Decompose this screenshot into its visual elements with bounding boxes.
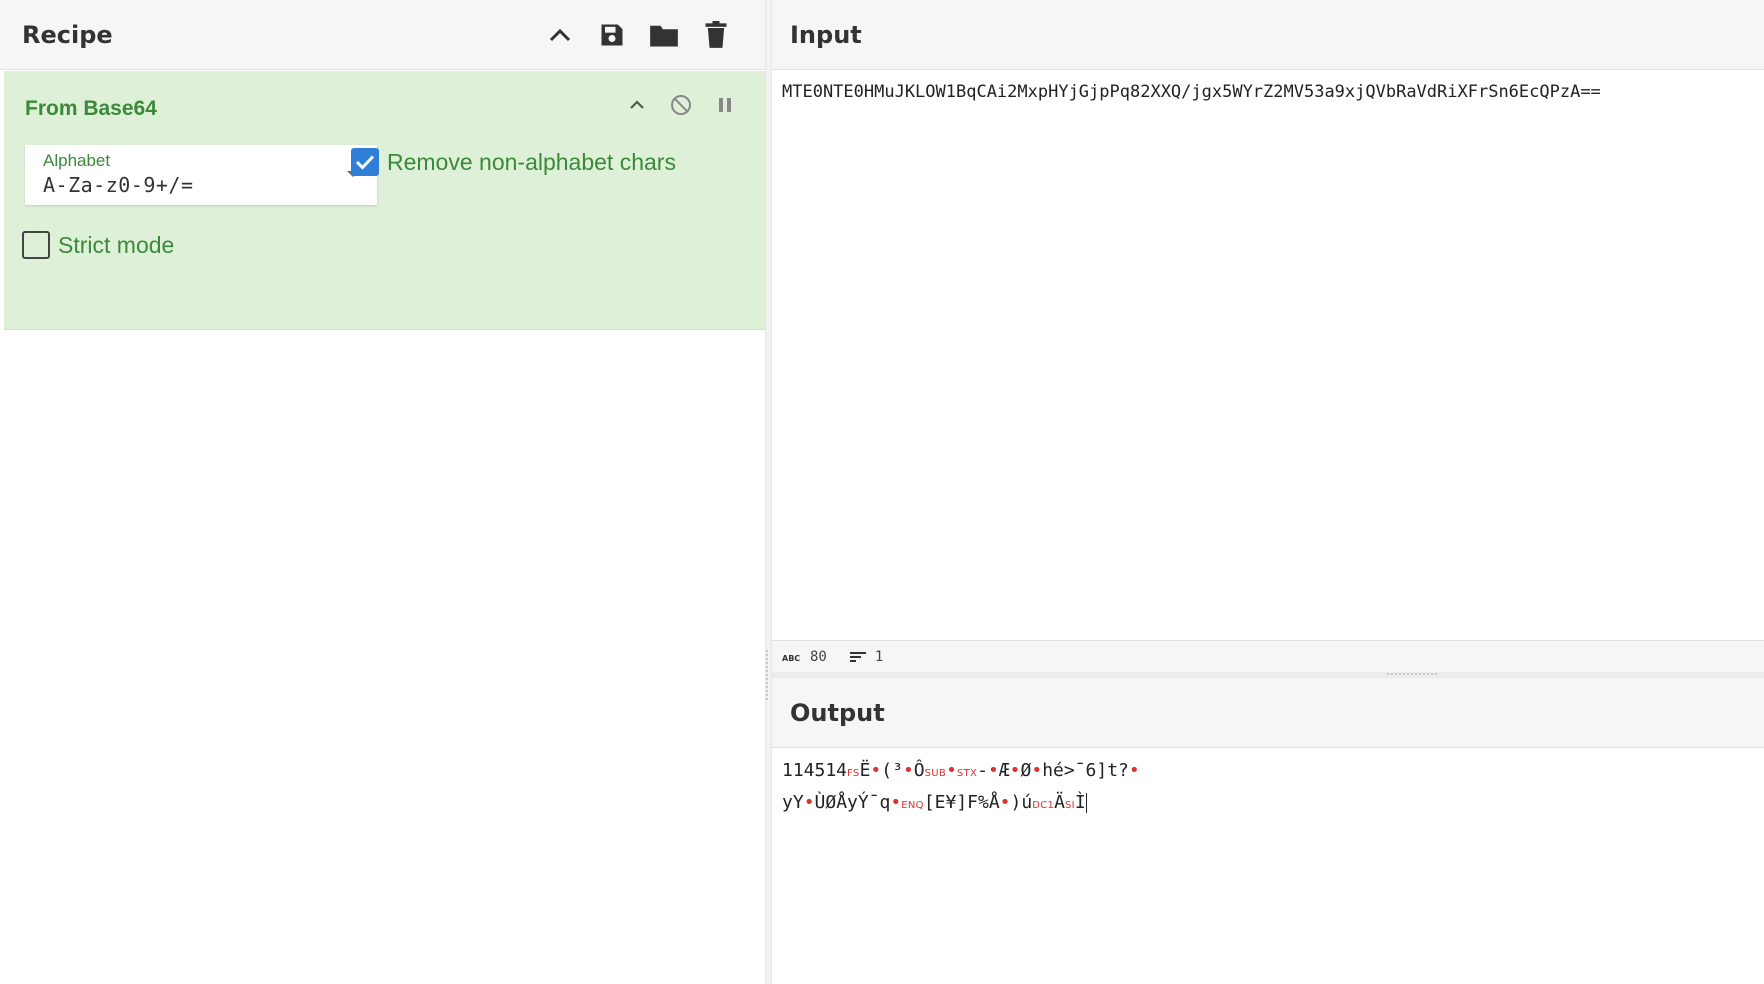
collapse-operation-icon[interactable] <box>625 93 649 117</box>
strict-mode-option[interactable]: Strict mode <box>22 231 174 259</box>
nonprintable-dot: • <box>1031 760 1043 781</box>
folder-icon[interactable] <box>649 20 679 50</box>
alphabet-value: A-Za-z0-9+/= <box>43 173 194 197</box>
pane-divider[interactable] <box>765 0 772 984</box>
output-segment: yY <box>782 792 804 813</box>
input-textarea[interactable]: MTE0NTE0HMuJKLOW1BqCAi2MxpHYjGjpPq82XXQ/… <box>772 70 1764 640</box>
nonprintable-dot: • <box>1009 760 1021 781</box>
nonprintable-dot: • <box>987 760 999 781</box>
char-count: 80 <box>810 648 827 665</box>
output-segment: 114514 <box>782 760 848 781</box>
output-segment: Ä <box>1054 792 1065 813</box>
output-segment: Æ <box>998 760 1010 781</box>
recipe-title: Recipe <box>22 20 113 49</box>
remove-non-alphabet-checkbox[interactable] <box>351 148 379 176</box>
strict-mode-label: Strict mode <box>58 231 175 258</box>
control-char-marker: SUB <box>924 768 947 779</box>
output-segment: (³ <box>881 760 903 781</box>
control-char-marker: STX <box>956 768 978 779</box>
io-pane: Input MTE0NTE0HMuJKLOW1BqCAi2MxpHYjGjpPq… <box>772 0 1764 984</box>
disable-operation-icon[interactable] <box>669 93 693 117</box>
control-char-marker: ENQ <box>901 800 924 811</box>
operation-title: From Base64 <box>25 97 157 120</box>
input-status-bar: ABC 80 1 <box>772 640 1764 672</box>
output-segment: hé>¯6]t? <box>1042 760 1129 781</box>
remove-non-alphabet-option[interactable]: Remove non-alphabet chars <box>351 148 676 176</box>
nonprintable-dot: • <box>803 792 815 813</box>
output-text[interactable]: 114514FSË•(³•ÔSUB•STX-•Æ•Ø•hé>¯6]t?• yY•… <box>772 748 1764 984</box>
output-segment: Ø <box>1020 760 1032 781</box>
char-count-icon: ABC <box>782 652 802 662</box>
strict-mode-checkbox[interactable] <box>22 231 50 259</box>
input-title: Input <box>790 20 862 49</box>
pause-breakpoint-icon[interactable] <box>713 93 737 117</box>
control-char-marker: DC1 <box>1032 800 1055 811</box>
trash-icon[interactable] <box>701 20 731 50</box>
operation-card: From Base64 Alphabet A-Za-z0-9+/= Remove… <box>4 71 765 330</box>
remove-non-alphabet-label: Remove non-alphabet chars <box>387 148 676 175</box>
output-title: Output <box>790 698 885 727</box>
line-count-icon <box>849 650 867 664</box>
chevron-up-icon[interactable] <box>545 20 575 50</box>
output-segment: Ô <box>913 760 925 781</box>
line-count: 1 <box>874 648 884 665</box>
output-segment: - <box>977 760 988 781</box>
nonprintable-dot: • <box>946 760 957 781</box>
output-segment: ÙØÅyÝ¯q <box>814 792 891 813</box>
output-segment: Ì <box>1074 792 1086 813</box>
nonprintable-dot: • <box>890 792 902 813</box>
svg-text:ABC: ABC <box>782 654 800 662</box>
recipe-pane: Recipe From Base64 Alphabet A-Za-z0-9+/=… <box>0 0 766 984</box>
text-cursor <box>1085 793 1087 813</box>
output-segment: [E¥]F%Å <box>923 792 1000 813</box>
output-line: 114514FSË•(³•ÔSUB•STX-•Æ•Ø•hé>¯6]t?• <box>782 756 1754 788</box>
nonprintable-dot: • <box>1128 760 1140 781</box>
alphabet-select[interactable]: Alphabet A-Za-z0-9+/= <box>25 145 377 205</box>
output-segment: )ú <box>1010 792 1033 813</box>
control-char-marker: SI <box>1065 800 1075 811</box>
nonprintable-dot: • <box>902 760 914 781</box>
output-header: Output <box>772 678 1764 748</box>
nonprintable-dot: • <box>870 760 882 781</box>
save-icon[interactable] <box>597 20 627 50</box>
output-segment: Ë <box>859 760 871 781</box>
input-header: Input <box>772 0 1764 70</box>
control-char-marker: FS <box>847 768 860 779</box>
alphabet-label: Alphabet <box>43 151 111 170</box>
recipe-header: Recipe <box>0 0 765 70</box>
output-line: yY•ÙØÅyÝ¯q•ENQ[E¥]F%Å•)úDC1ÄSIÌ <box>782 788 1754 820</box>
nonprintable-dot: • <box>999 792 1011 813</box>
